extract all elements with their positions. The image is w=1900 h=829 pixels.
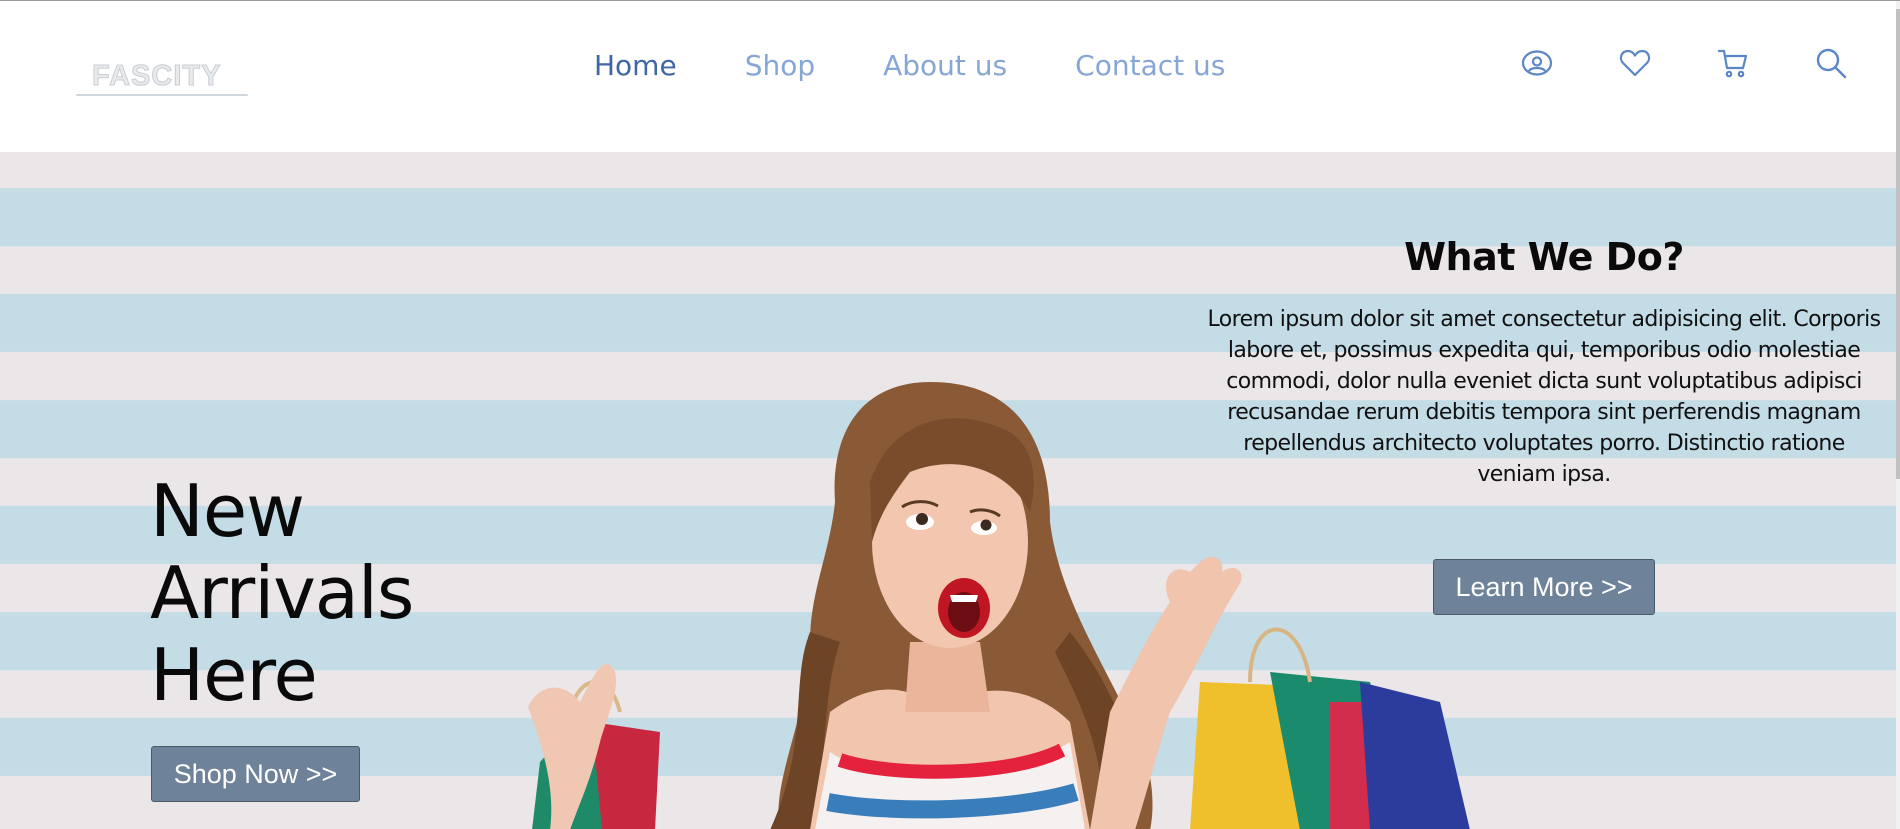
nav-home[interactable]: Home [594,46,677,86]
page: FASCITY Home Shop About us Contact us Ne… [0,0,1900,829]
shop-now-button[interactable]: Shop Now >> [151,746,360,802]
user-icon[interactable] [1520,46,1554,80]
scrollbar-thumb[interactable] [1896,9,1900,479]
nav-contact-us[interactable]: Contact us [1075,46,1225,86]
hero-banner: New Arrivals Here Shop Now >> What We Do… [0,152,1896,829]
heart-icon[interactable] [1618,46,1652,80]
cart-icon[interactable] [1716,46,1750,80]
nav-shop[interactable]: Shop [745,46,815,86]
what-we-do-text: Lorem ipsum dolor sit amet consectetur a… [1207,307,1881,487]
main-nav: Home Shop About us Contact us [594,46,1225,86]
learn-more-button[interactable]: Learn More >> [1433,559,1655,615]
logo-text: FASCITY [91,60,222,93]
header-icons [1520,46,1848,80]
hero-title: New Arrivals Here [150,469,414,717]
page-scrollbar[interactable] [1896,1,1900,829]
logo-underline [76,94,248,96]
search-icon[interactable] [1814,46,1848,80]
what-we-do-section: What We Do? Lorem ipsum dolor sit amet c… [1206,232,1882,490]
brand-logo[interactable]: FASCITY [76,54,248,100]
what-we-do-title: What We Do? [1404,235,1684,279]
site-header: FASCITY Home Shop About us Contact us [0,2,1896,152]
nav-about-us[interactable]: About us [883,46,1007,86]
